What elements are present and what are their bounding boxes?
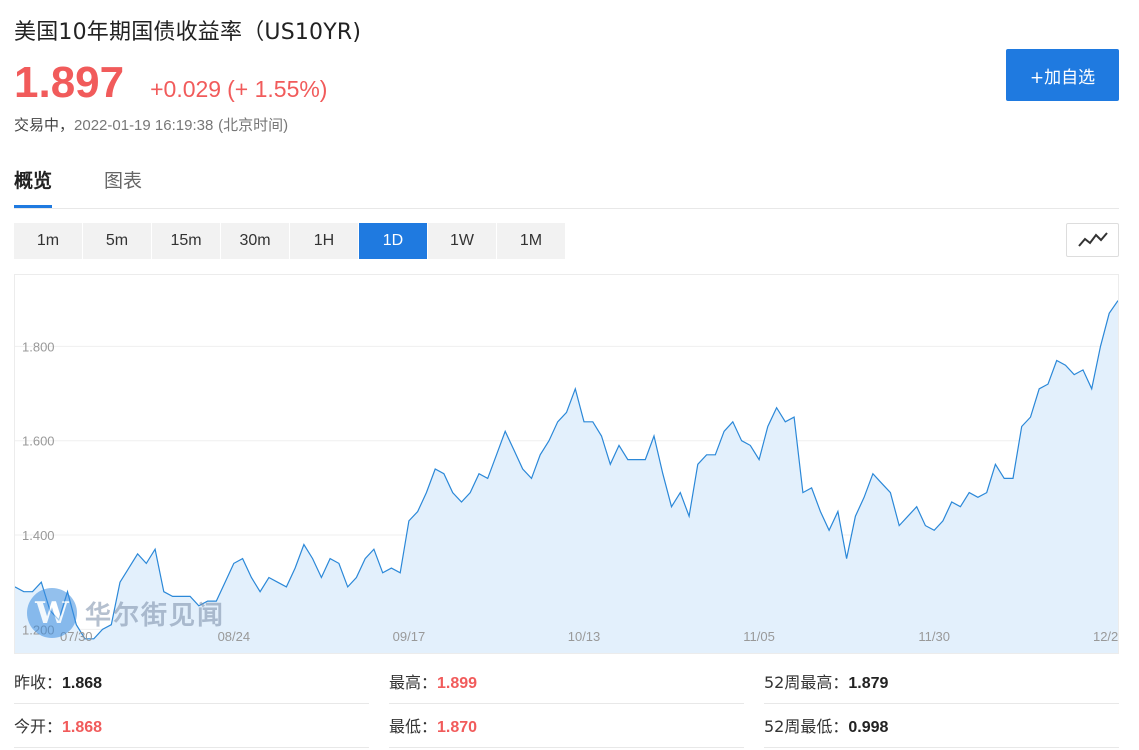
period-1h[interactable]: 1H <box>290 223 358 259</box>
x-tick-label: 11/30 <box>918 629 950 644</box>
stat-value: 0.998 <box>848 719 889 736</box>
line-chart-icon <box>1078 232 1108 247</box>
stat-value: 1.868 <box>62 675 103 692</box>
stats-row: 昨收：1.868 最高：1.899 52周最高：1.879 <box>14 662 1119 704</box>
stat-label: 最高： <box>389 673 438 692</box>
y-tick-label: 1.600 <box>22 434 55 449</box>
stat-low: 最低：1.870 <box>389 706 744 748</box>
stat-value: 1.899 <box>437 675 478 692</box>
watermark: W 华尔街见闻 <box>27 588 225 638</box>
stat-52w-high: 52周最高：1.879 <box>764 662 1119 704</box>
tab-overview[interactable]: 概览 <box>14 166 53 208</box>
current-price: 1.897 <box>14 58 125 107</box>
x-tick-label: 09/17 <box>393 629 426 644</box>
period-selector: 1m 5m 15m 30m 1H 1D 1W 1M <box>14 223 565 259</box>
stat-value: 1.870 <box>437 719 478 736</box>
y-tick-label: 1.800 <box>22 339 55 354</box>
page-title: 美国10年期国债收益率（US10YR) <box>14 20 362 45</box>
period-1w[interactable]: 1W <box>428 223 496 259</box>
stat-open: 今开：1.868 <box>14 706 369 748</box>
stats-row: 今开：1.868 最低：1.870 52周最低：0.998 <box>14 706 1119 748</box>
period-1mo[interactable]: 1M <box>497 223 565 259</box>
stat-label: 今开： <box>14 717 63 736</box>
stat-value: 1.868 <box>62 719 103 736</box>
stat-label: 52周最高： <box>764 673 849 692</box>
price-change: +0.029 <box>150 76 222 102</box>
stat-high: 最高：1.899 <box>389 662 744 704</box>
price-row: 1.897 +0.029 (+ 1.55%) <box>14 58 327 108</box>
stat-label: 52周最低： <box>764 717 849 736</box>
stat-label: 最低： <box>389 717 438 736</box>
x-tick-label: 11/05 <box>743 629 775 644</box>
period-5m[interactable]: 5m <box>83 223 151 259</box>
watermark-logo: W <box>27 588 77 638</box>
period-1d[interactable]: 1D <box>359 223 427 259</box>
add-watchlist-button[interactable]: +加自选 <box>1006 49 1119 101</box>
period-15m[interactable]: 15m <box>152 223 220 259</box>
view-tabs: 概览 图表 <box>14 166 1119 209</box>
period-1m[interactable]: 1m <box>14 223 82 259</box>
status-label: 交易中， <box>14 116 75 134</box>
stat-52w-low: 52周最低：0.998 <box>764 706 1119 748</box>
x-tick-label: 10/13 <box>568 629 601 644</box>
price-change-percent: (+ 1.55%) <box>227 76 328 102</box>
stat-value: 1.879 <box>848 675 889 692</box>
chart-type-toggle[interactable] <box>1066 223 1119 257</box>
period-30m[interactable]: 30m <box>221 223 289 259</box>
y-tick-label: 1.400 <box>22 528 55 543</box>
trading-status: 交易中，2022-01-19 16:19:38 (北京时间) <box>14 114 288 135</box>
watermark-text: 华尔街见闻 <box>85 600 226 631</box>
status-timezone: (北京时间) <box>218 117 289 134</box>
tab-chart[interactable]: 图表 <box>104 166 142 208</box>
x-tick-label: 12/23 <box>1093 629 1119 644</box>
stat-label: 昨收： <box>14 673 63 692</box>
status-timestamp: 2022-01-19 16:19:38 <box>74 117 214 134</box>
stat-prev-close: 昨收：1.868 <box>14 662 369 704</box>
